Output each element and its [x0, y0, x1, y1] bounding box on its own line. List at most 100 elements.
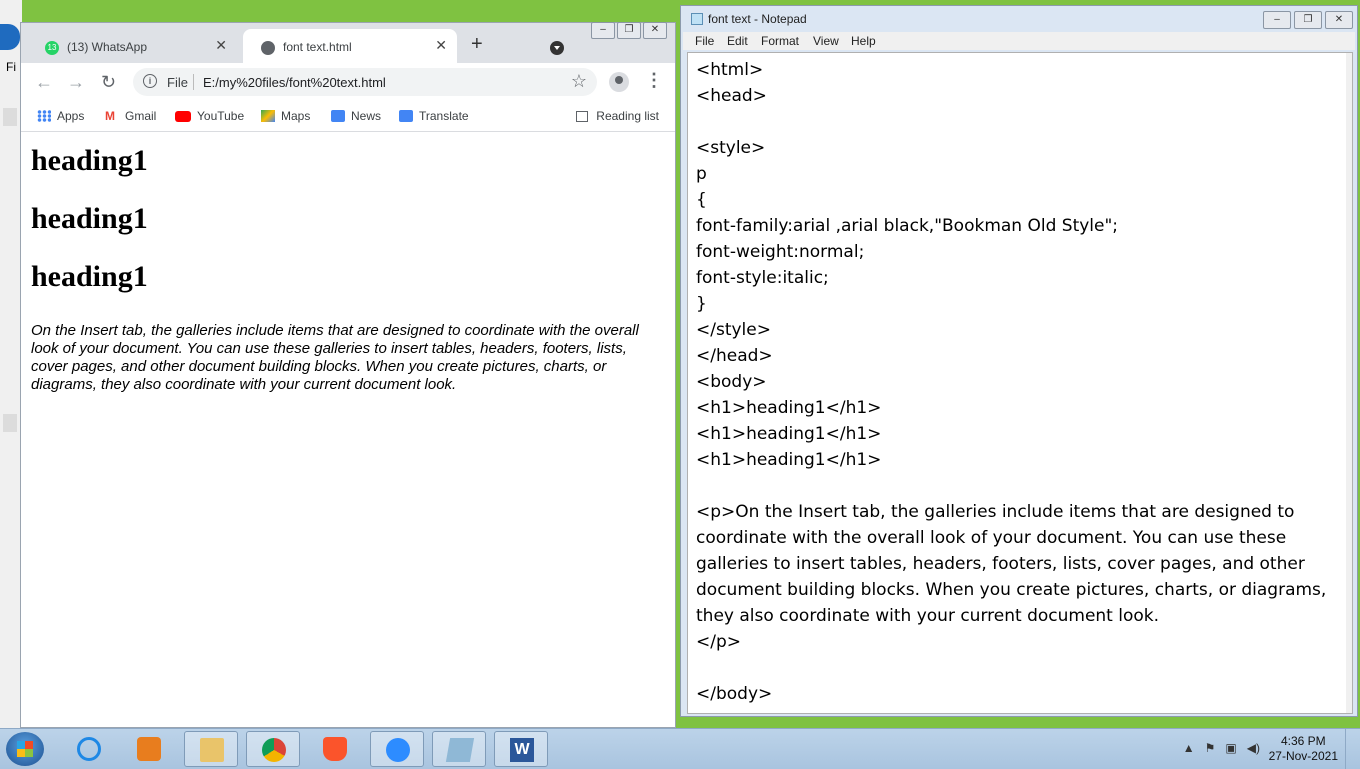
bookmark-translate[interactable]: Translate	[399, 109, 469, 123]
restore-button[interactable]: ❐	[617, 22, 641, 39]
whatsapp-icon: 13	[45, 41, 59, 55]
profile-avatar-icon[interactable]	[609, 72, 629, 92]
taskbar-media-player[interactable]	[122, 731, 176, 767]
tab-font-text[interactable]: font text.html ✕	[243, 29, 457, 63]
media-player-icon	[137, 737, 161, 761]
page-paragraph: On the Insert tab, the galleries include…	[31, 322, 639, 393]
address-bar[interactable]: i File E:/my%20files/font%20text.html ☆	[133, 68, 597, 96]
reading-list-icon	[576, 110, 589, 122]
notepad-line	[696, 109, 1336, 135]
bookmark-label: News	[351, 109, 382, 123]
bookmark-maps[interactable]: Maps	[261, 109, 310, 123]
tab-search-icon[interactable]	[550, 41, 564, 55]
window-controls: – ❐ ✕	[1263, 11, 1353, 29]
bookmark-label: Apps	[57, 109, 85, 123]
page-heading: heading1	[31, 202, 148, 235]
notepad-line: </body>	[696, 684, 773, 704]
taskbar-notepad[interactable]	[432, 731, 486, 767]
news-icon	[331, 110, 345, 122]
notepad-line	[696, 655, 1336, 681]
bookmark-label: Maps	[281, 109, 311, 123]
vertical-scrollbar[interactable]	[1346, 53, 1352, 713]
partial-app-icon	[0, 24, 20, 50]
notepad-line: </p>	[696, 632, 742, 652]
tab-whatsapp[interactable]: 13 (13) WhatsApp ✕	[27, 29, 237, 63]
notepad-line: document building blocks. When you creat…	[696, 580, 1327, 600]
bookmark-youtube[interactable]: YouTube	[175, 109, 244, 123]
start-button[interactable]	[6, 732, 44, 766]
bookmark-label: Translate	[419, 109, 469, 123]
notepad-line: <p>On the Insert tab, the galleries incl…	[696, 502, 1295, 522]
network-icon[interactable]: ▣	[1225, 741, 1236, 755]
close-button[interactable]: ✕	[1325, 11, 1353, 29]
minimize-button[interactable]: –	[591, 22, 615, 39]
tab-title: font text.html	[283, 40, 352, 54]
folder-icon	[200, 738, 224, 762]
notepad-line: <head>	[696, 86, 767, 106]
close-tab-icon[interactable]: ✕	[435, 37, 447, 54]
restore-button[interactable]: ❐	[1294, 11, 1322, 29]
reload-icon[interactable]: ↻	[101, 72, 116, 93]
notepad-line: font-family:arial ,arial black,"Bookman …	[696, 216, 1119, 236]
globe-icon	[261, 41, 275, 55]
notepad-line: font-style:italic;	[696, 268, 829, 288]
chrome-window: 13 (13) WhatsApp ✕ font text.html ✕ + – …	[20, 22, 676, 728]
window-title: font text - Notepad	[708, 12, 807, 26]
taskbar-word[interactable]: W	[494, 731, 548, 767]
reading-list-button[interactable]: Reading list	[576, 109, 659, 123]
new-tab-button[interactable]: +	[471, 34, 483, 54]
menu-file[interactable]: File	[695, 34, 714, 48]
taskbar-brave[interactable]	[308, 731, 362, 767]
taskbar-clock[interactable]: 4:36 PM 27-Nov-2021	[1269, 734, 1338, 764]
browser-toolbar: ← → ↻ i File E:/my%20files/font%20text.h…	[21, 63, 675, 101]
bookmark-star-icon[interactable]: ☆	[571, 71, 587, 92]
close-tab-icon[interactable]: ✕	[215, 37, 227, 54]
menu-edit[interactable]: Edit	[727, 34, 748, 48]
page-content: heading1 heading1 heading1 On the Insert…	[21, 132, 675, 727]
notepad-line: <body>	[696, 372, 767, 392]
taskbar-zoom[interactable]	[370, 731, 424, 767]
maps-icon	[261, 110, 275, 122]
window-controls: – ❐ ✕	[591, 22, 667, 39]
notepad-menu-bar: File Edit Format View Help	[683, 32, 1355, 50]
ie-icon	[77, 737, 101, 761]
translate-icon	[399, 110, 413, 122]
notepad-line: <h1>heading1</h1>	[696, 424, 882, 444]
menu-view[interactable]: View	[813, 34, 839, 48]
notepad-icon	[691, 13, 703, 25]
desktop-background-strip: Fi	[0, 0, 22, 728]
menu-help[interactable]: Help	[851, 34, 876, 48]
partial-element	[3, 414, 17, 432]
close-button[interactable]: ✕	[643, 22, 667, 39]
forward-arrow-icon[interactable]: →	[67, 72, 85, 93]
notepad-line: {	[696, 190, 707, 210]
brave-icon	[323, 737, 347, 761]
bookmark-label: Gmail	[125, 109, 157, 123]
taskbar-file-explorer[interactable]	[184, 731, 238, 767]
action-center-flag-icon[interactable]: ⚑	[1205, 741, 1216, 755]
bookmark-gmail[interactable]: M Gmail	[105, 109, 156, 123]
volume-icon[interactable]: ◀)	[1247, 741, 1260, 755]
clock-time: 4:36 PM	[1280, 734, 1326, 748]
minimize-button[interactable]: –	[1263, 11, 1291, 29]
back-arrow-icon[interactable]: ←	[35, 72, 53, 93]
bookmark-news[interactable]: News	[331, 109, 381, 123]
address-url[interactable]: E:/my%20files/font%20text.html	[203, 75, 386, 90]
partial-menu-text: Fi	[6, 60, 16, 74]
info-icon[interactable]: i	[143, 74, 157, 88]
bookmark-apps[interactable]: Apps	[37, 109, 84, 123]
show-desktop-button[interactable]	[1345, 729, 1360, 769]
notepad-line: <h1>heading1</h1>	[696, 450, 882, 470]
taskbar-chrome[interactable]	[246, 731, 300, 767]
notepad-text-area[interactable]: <html> <head> <style> p {font-family:arial ,…	[687, 52, 1353, 714]
gmail-icon: M	[105, 109, 115, 123]
partial-element	[3, 108, 17, 126]
notepad-line: <style>	[696, 138, 766, 158]
chrome-menu-icon[interactable]: ⋮	[645, 70, 663, 91]
address-divider	[193, 74, 194, 90]
show-hidden-icons-icon[interactable]: ▲	[1183, 741, 1195, 755]
apps-grid-icon	[37, 110, 51, 122]
taskbar-internet-explorer[interactable]	[62, 731, 116, 767]
notepad-window: font text - Notepad – ❐ ✕ File Edit Form…	[680, 5, 1358, 717]
menu-format[interactable]: Format	[761, 34, 799, 48]
